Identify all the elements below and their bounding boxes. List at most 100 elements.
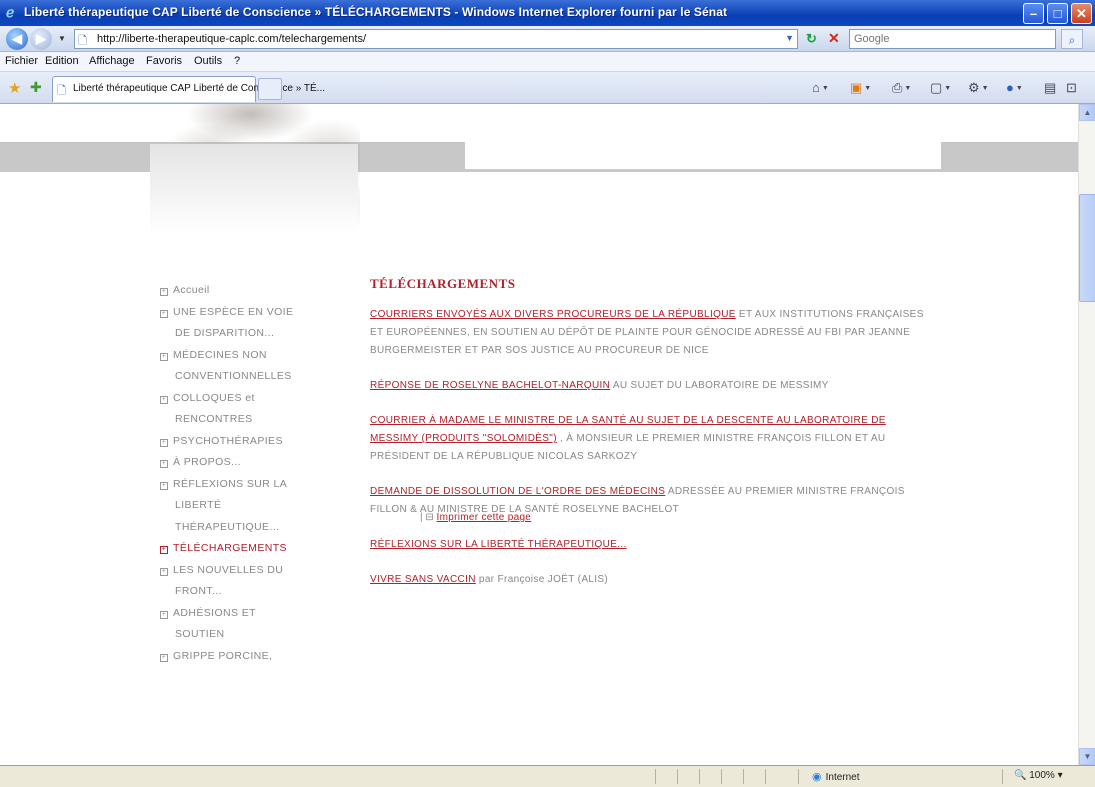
close-button[interactable]: ✕ <box>1071 3 1092 24</box>
downloads-list: COURRIERS ENVOYÉS AUX DIVERS PROCUREURS … <box>370 306 930 589</box>
download-entry: COURRIERS ENVOYÉS AUX DIVERS PROCUREURS … <box>370 306 930 360</box>
sidebar-item[interactable]: + GRIPPE PORCINE, <box>160 646 335 668</box>
minimize-button[interactable]: – <box>1023 3 1044 24</box>
sidebar-item[interactable]: DE DISPARITION... <box>160 323 335 345</box>
sidebar-item-label: PSYCHOTHÉRAPIES <box>173 434 283 447</box>
status-separator <box>765 769 766 784</box>
search-input[interactable] <box>850 30 1030 48</box>
menu-edition[interactable]: Edition <box>45 55 79 67</box>
page-menu-icon[interactable]: ▢ ▼ <box>930 80 951 96</box>
status-separator <box>699 769 700 784</box>
refresh-icon[interactable]: ↻ <box>806 31 817 47</box>
url-field[interactable]: 🗋 http://liberte-therapeutique-caplc.com… <box>74 29 798 49</box>
feeds-icon[interactable]: ▣ ▼ <box>850 80 871 96</box>
tab-page-icon: 🗋 <box>57 85 66 97</box>
window-title: Liberté thérapeutique CAP Liberté de Con… <box>24 5 728 19</box>
forward-icon[interactable]: ▶ <box>30 28 52 50</box>
research-icon[interactable]: ▤ <box>1044 80 1056 96</box>
back-icon[interactable]: ◀ <box>6 28 28 50</box>
tab-current[interactable]: 🗋 Liberté thérapeutique CAP Liberté de C… <box>52 76 325 102</box>
sidebar-item[interactable]: + Accueil <box>160 280 335 302</box>
sidebar-item-label: LIBERTÉ <box>175 499 222 511</box>
sidebar-item-label: LES NOUVELLES DU <box>173 563 284 576</box>
url-dropdown-icon[interactable]: ▼ <box>785 33 794 43</box>
sidebar-item-label: GRIPPE PORCINE, <box>173 649 273 662</box>
sidebar-item[interactable]: CONVENTIONNELLES <box>160 366 335 388</box>
sidebar-nav: + Accueil + UNE ESPÈCE EN VOIE DE DISPARITIO… <box>160 280 335 667</box>
sidebar-item-label: COLLOQUES et <box>173 391 255 404</box>
menu-favoris[interactable]: Favoris <box>146 55 182 67</box>
sidebar-item[interactable]: THÉRAPEUTIQUE... <box>160 517 335 539</box>
expand-box-icon: + <box>160 481 168 490</box>
sidebar-item[interactable]: RENCONTRES <box>160 409 335 431</box>
sidebar-item[interactable]: + COLLOQUES et <box>160 388 335 410</box>
home-icon[interactable]: ⌂ ▼ <box>812 80 829 95</box>
download-description: par Françoise JOËT (ALIS) <box>475 574 609 585</box>
search-field[interactable] <box>849 29 1056 49</box>
ie-logo-icon: ℯ <box>6 4 15 20</box>
menu-fichier[interactable]: Fichier <box>5 55 38 67</box>
zoom-level[interactable]: 🔍 100% ▾ <box>1014 770 1063 781</box>
sidebar-item-label: UNE ESPÈCE EN VOIE <box>173 305 294 318</box>
sidebar-item-label: MÉDECINES NON <box>173 348 267 361</box>
sidebar-item-label: RÉFLEXIONS SUR LA <box>173 477 288 490</box>
download-link[interactable]: DEMANDE DE DISSOLUTION DE L'ORDRE DES MÉ… <box>370 486 665 497</box>
tools-icon[interactable]: ⚙ ▼ <box>968 80 989 96</box>
sidebar-item[interactable]: + TÉLÉCHARGEMENTS <box>160 538 335 560</box>
download-link[interactable]: RÉPONSE DE ROSELYNE BACHELOT-NARQUIN <box>370 380 610 391</box>
sidebar-item-label: TÉLÉCHARGEMENTS <box>173 542 287 554</box>
print-page-link[interactable]: Imprimer cette page <box>437 512 532 523</box>
download-description: AU SUJET DU LABORATOIRE DE MESSIMY <box>610 380 829 391</box>
status-separator <box>721 769 722 784</box>
sidebar-item[interactable]: + UNE ESPÈCE EN VOIE <box>160 302 335 324</box>
url-text: http://liberte-therapeutique-caplc.com/t… <box>97 33 367 45</box>
add-favorite-icon[interactable]: ✚ <box>30 79 42 96</box>
menu-affichage[interactable]: Affichage <box>89 55 135 67</box>
scroll-up-button[interactable]: ▲ <box>1079 104 1095 121</box>
sidebar-item[interactable]: + RÉFLEXIONS SUR LA <box>160 474 335 496</box>
menu-bar: Fichier Edition Affichage Favoris Outils… <box>0 52 1095 72</box>
sidebar-item-label: ADHÉSIONS ET <box>173 606 256 619</box>
stop-icon[interactable]: ✕ <box>828 30 840 47</box>
history-dropdown[interactable]: ▼ <box>58 34 66 43</box>
scroll-down-button[interactable]: ▼ <box>1079 748 1095 765</box>
maximize-button[interactable]: □ <box>1047 3 1068 24</box>
sidebar-item[interactable]: LIBERTÉ <box>160 495 335 517</box>
download-link[interactable]: VIVRE SANS VACCIN <box>370 574 476 585</box>
fullscreen-icon[interactable]: ⊡ <box>1066 80 1077 96</box>
sidebar-item[interactable]: + ADHÉSIONS ET <box>160 603 335 625</box>
sidebar-item[interactable]: + LES NOUVELLES DU <box>160 560 335 582</box>
sidebar-item[interactable]: + MÉDECINES NON <box>160 345 335 367</box>
expand-box-icon: + <box>160 438 168 447</box>
search-icon[interactable]: ⌕ <box>1061 29 1083 49</box>
zone-label: Internet <box>825 772 860 783</box>
sidebar-item-label: DE DISPARITION... <box>175 327 275 339</box>
sidebar-item-label: THÉRAPEUTIQUE... <box>175 520 280 533</box>
main-content: TÉLÉCHARGEMENTS COURRIERS ENVOYÉS AUX DI… <box>370 276 930 606</box>
vertical-scrollbar[interactable]: ▲ ▼ <box>1078 104 1095 765</box>
expand-box-icon: + <box>160 288 168 296</box>
page-content: + Accueil + UNE ESPÈCE EN VOIE DE DISPARITIO… <box>0 104 1078 765</box>
sidebar-item[interactable]: + PSYCHOTHÉRAPIES <box>160 431 335 453</box>
expand-box-icon: + <box>160 653 168 662</box>
print-icon[interactable]: ⎙ ▼ <box>892 80 911 96</box>
favorites-star-icon[interactable]: ★ <box>8 79 21 97</box>
menu-outils[interactable]: Outils <box>194 55 222 67</box>
expand-box-icon: + <box>160 352 168 361</box>
scroll-thumb[interactable] <box>1079 194 1095 302</box>
status-separator <box>677 769 678 784</box>
security-zone[interactable]: ◉ Internet <box>812 770 860 783</box>
help-icon[interactable]: ● ▼ <box>1006 80 1023 95</box>
download-link[interactable]: RÉFLEXIONS SUR LA LIBERTÉ THÉRAPEUTIQUE.… <box>370 539 627 550</box>
tab-label: Liberté thérapeutique CAP Liberté de Con… <box>73 83 326 94</box>
status-separator <box>743 769 744 784</box>
sidebar-item[interactable]: SOUTIEN <box>160 624 335 646</box>
new-tab-button[interactable] <box>258 78 282 100</box>
sidebar-item-label: À PROPOS... <box>173 456 241 468</box>
sidebar-item[interactable]: + À PROPOS... <box>160 452 335 474</box>
sidebar-item-label: FRONT... <box>175 585 222 597</box>
download-link[interactable]: COURRIERS ENVOYÉS AUX DIVERS PROCUREURS … <box>370 309 736 320</box>
sidebar-item[interactable]: FRONT... <box>160 581 335 603</box>
expand-box-icon: + <box>160 610 168 619</box>
menu-help[interactable]: ? <box>234 55 240 67</box>
